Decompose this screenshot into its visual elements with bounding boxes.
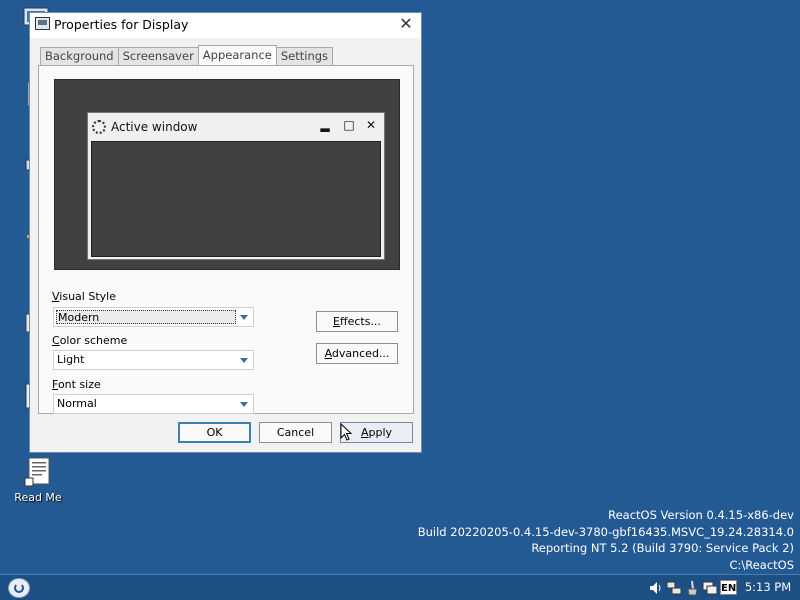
cancel-button[interactable]: Cancel (259, 422, 332, 443)
reporting-line: Reporting NT 5.2 (Build 3790: Service Pa… (531, 541, 794, 555)
version-line: ReactOS Version 0.4.15-x86-dev (608, 508, 794, 522)
color-scheme-select[interactable]: Light (53, 350, 254, 370)
text-file-icon (22, 456, 54, 488)
tab-screensaver[interactable]: Screensaver (117, 47, 199, 65)
tab-strip: Background Screensaver Appearance Settin… (40, 45, 334, 65)
network-icon[interactable] (666, 580, 682, 596)
system-tray: EN (648, 578, 744, 597)
visual-style-select[interactable]: Modern (53, 307, 254, 327)
desktop-icon-read-me[interactable]: Read Me (0, 456, 76, 504)
desktop-icon-label: Read Me (14, 491, 62, 504)
preview-window-title: Active window (111, 120, 198, 134)
build-line: Build 20220205-0.4.15-dev-3780-gbf16435.… (417, 524, 794, 539)
start-button[interactable] (8, 578, 30, 598)
os-version-info: ReactOS Version 0.4.15-x86-dev Build 202… (418, 507, 794, 573)
color-scheme-label: Color scheme (52, 334, 128, 347)
reactos-logo-icon (14, 583, 24, 593)
mouse-cursor-icon (340, 422, 353, 441)
volume-icon[interactable] (648, 580, 664, 596)
advanced-button[interactable]: Advanced... (316, 343, 398, 364)
visual-style-label: Visual Style (52, 290, 116, 303)
minimize-icon: ▂ (320, 118, 330, 132)
chevron-down-icon[interactable] (240, 402, 248, 407)
font-size-value: Normal (57, 397, 97, 410)
font-size-label: Font size (52, 378, 101, 391)
preview-window-titlebar: Active window ▂ □ ✕ (88, 113, 384, 140)
display-icon (35, 17, 50, 30)
effects-button[interactable]: Effects... (316, 311, 398, 332)
maximize-icon: □ (343, 118, 355, 132)
appearance-panel: Active window ▂ □ ✕ Visual Style Modern … (38, 65, 414, 414)
ok-button[interactable]: OK (178, 422, 251, 443)
clock[interactable]: 5:13 PM (740, 580, 796, 594)
tab-settings[interactable]: Settings (275, 47, 334, 65)
visual-style-value: Modern (56, 310, 236, 324)
cleanup-icon[interactable] (684, 580, 700, 596)
chevron-down-icon[interactable] (240, 358, 248, 363)
tab-background[interactable]: Background (40, 47, 119, 65)
preview-active-window: Active window ▂ □ ✕ (87, 112, 385, 260)
appearance-preview: Active window ▂ □ ✕ (54, 79, 400, 270)
display-properties-dialog: Properties for Display ✕ Background Scre… (29, 12, 422, 453)
chevron-down-icon[interactable] (240, 315, 248, 320)
window-app-icon (92, 120, 106, 134)
display-icon[interactable] (702, 580, 718, 596)
close-icon[interactable]: ✕ (397, 15, 415, 33)
language-indicator[interactable]: EN (720, 580, 737, 595)
close-icon: ✕ (365, 118, 377, 132)
preview-window-body (91, 141, 381, 257)
dialog-title: Properties for Display (54, 17, 189, 32)
path-line: C:\ReactOS (729, 557, 794, 572)
color-scheme-value: Light (57, 353, 85, 366)
tab-appearance[interactable]: Appearance (197, 45, 277, 65)
taskbar: EN 5:13 PM (0, 574, 800, 600)
dialog-titlebar[interactable]: Properties for Display ✕ (30, 13, 421, 38)
font-size-select[interactable]: Normal (53, 394, 254, 414)
